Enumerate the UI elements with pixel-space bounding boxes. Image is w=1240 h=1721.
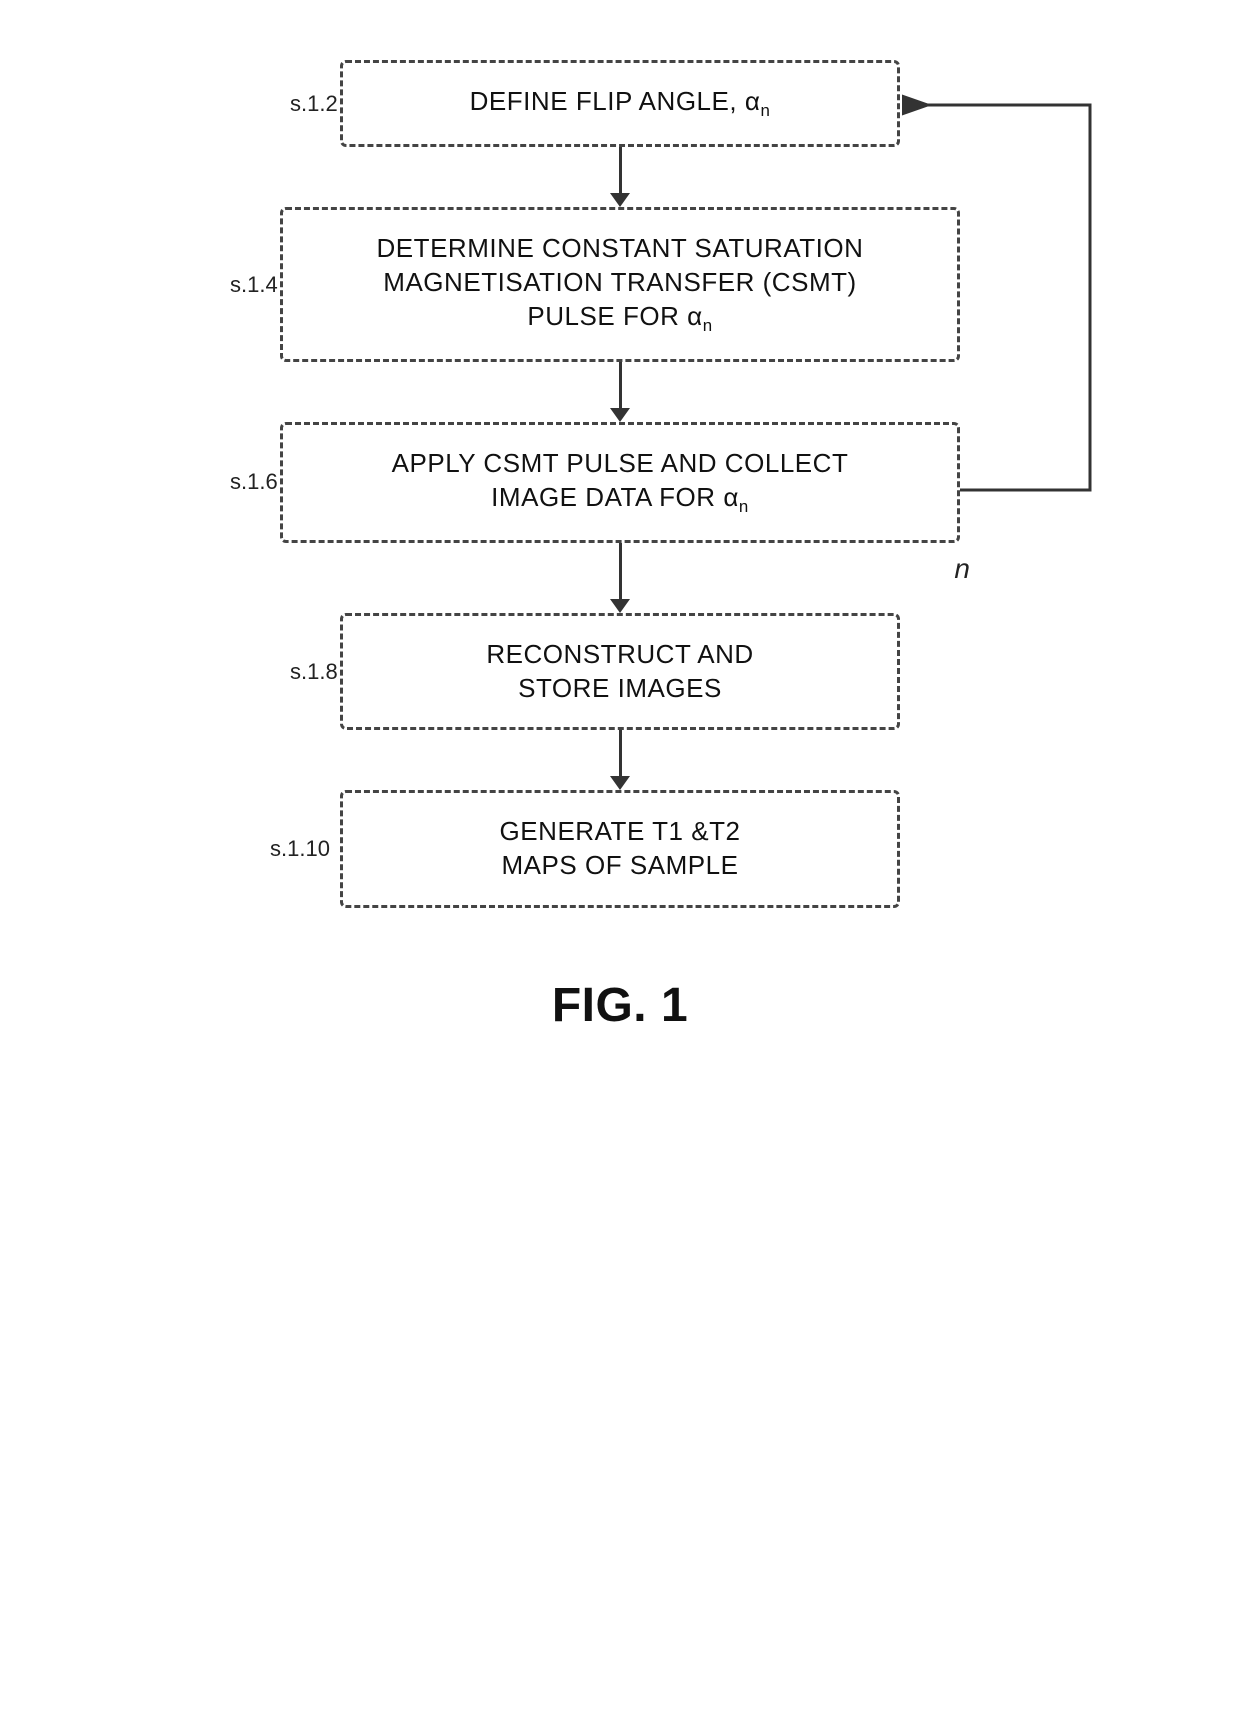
step-text-s1-10: GENERATE T1 &T2MAPS OF SAMPLE [500, 816, 741, 880]
step-box-s1-10: GENERATE T1 &T2MAPS OF SAMPLE [340, 790, 900, 908]
step-row-s1-4: s.1.4 DETERMINE CONSTANT SATURATIONMAGNE… [170, 207, 1070, 362]
step-text-s1-2: DEFINE FLIP ANGLE, αn [470, 86, 771, 116]
figure-caption: FIG. 1 [552, 978, 688, 1033]
flowchart: s.1.2 DEFINE FLIP ANGLE, αn s.1.4 DETERM… [170, 60, 1070, 1033]
step-box-s1-8: RECONSTRUCT ANDSTORE IMAGES [340, 613, 900, 731]
step-box-s1-6: APPLY CSMT PULSE AND COLLECTIMAGE DATA F… [280, 422, 960, 543]
arrow-2 [610, 362, 630, 422]
step-label-s1-4: s.1.4 [230, 272, 278, 298]
loop-arrow-section: n [170, 543, 1070, 613]
step-box-s1-2: DEFINE FLIP ANGLE, αn [340, 60, 900, 147]
step-row-s1-10: s.1.10 GENERATE T1 &T2MAPS OF SAMPLE [170, 790, 1070, 908]
step-box-s1-4: DETERMINE CONSTANT SATURATIONMAGNETISATI… [280, 207, 960, 362]
step-text-s1-8: RECONSTRUCT ANDSTORE IMAGES [486, 639, 753, 703]
step-text-s1-6: APPLY CSMT PULSE AND COLLECTIMAGE DATA F… [392, 448, 849, 512]
n-label: n [954, 553, 970, 585]
arrow-1 [610, 147, 630, 207]
step-label-s1-10: s.1.10 [270, 836, 330, 862]
step-text-s1-4: DETERMINE CONSTANT SATURATIONMAGNETISATI… [377, 233, 864, 331]
step-label-s1-8: s.1.8 [290, 659, 338, 685]
step-label-s1-2: s.1.2 [290, 91, 338, 117]
arrow-3 [610, 543, 630, 613]
arrow-4 [610, 730, 630, 790]
step-row-s1-6: s.1.6 APPLY CSMT PULSE AND COLLECTIMAGE … [170, 422, 1070, 543]
step-row-s1-8: s.1.8 RECONSTRUCT ANDSTORE IMAGES [170, 613, 1070, 731]
step-label-s1-6: s.1.6 [230, 469, 278, 495]
step-row-s1-2: s.1.2 DEFINE FLIP ANGLE, αn [170, 60, 1070, 147]
